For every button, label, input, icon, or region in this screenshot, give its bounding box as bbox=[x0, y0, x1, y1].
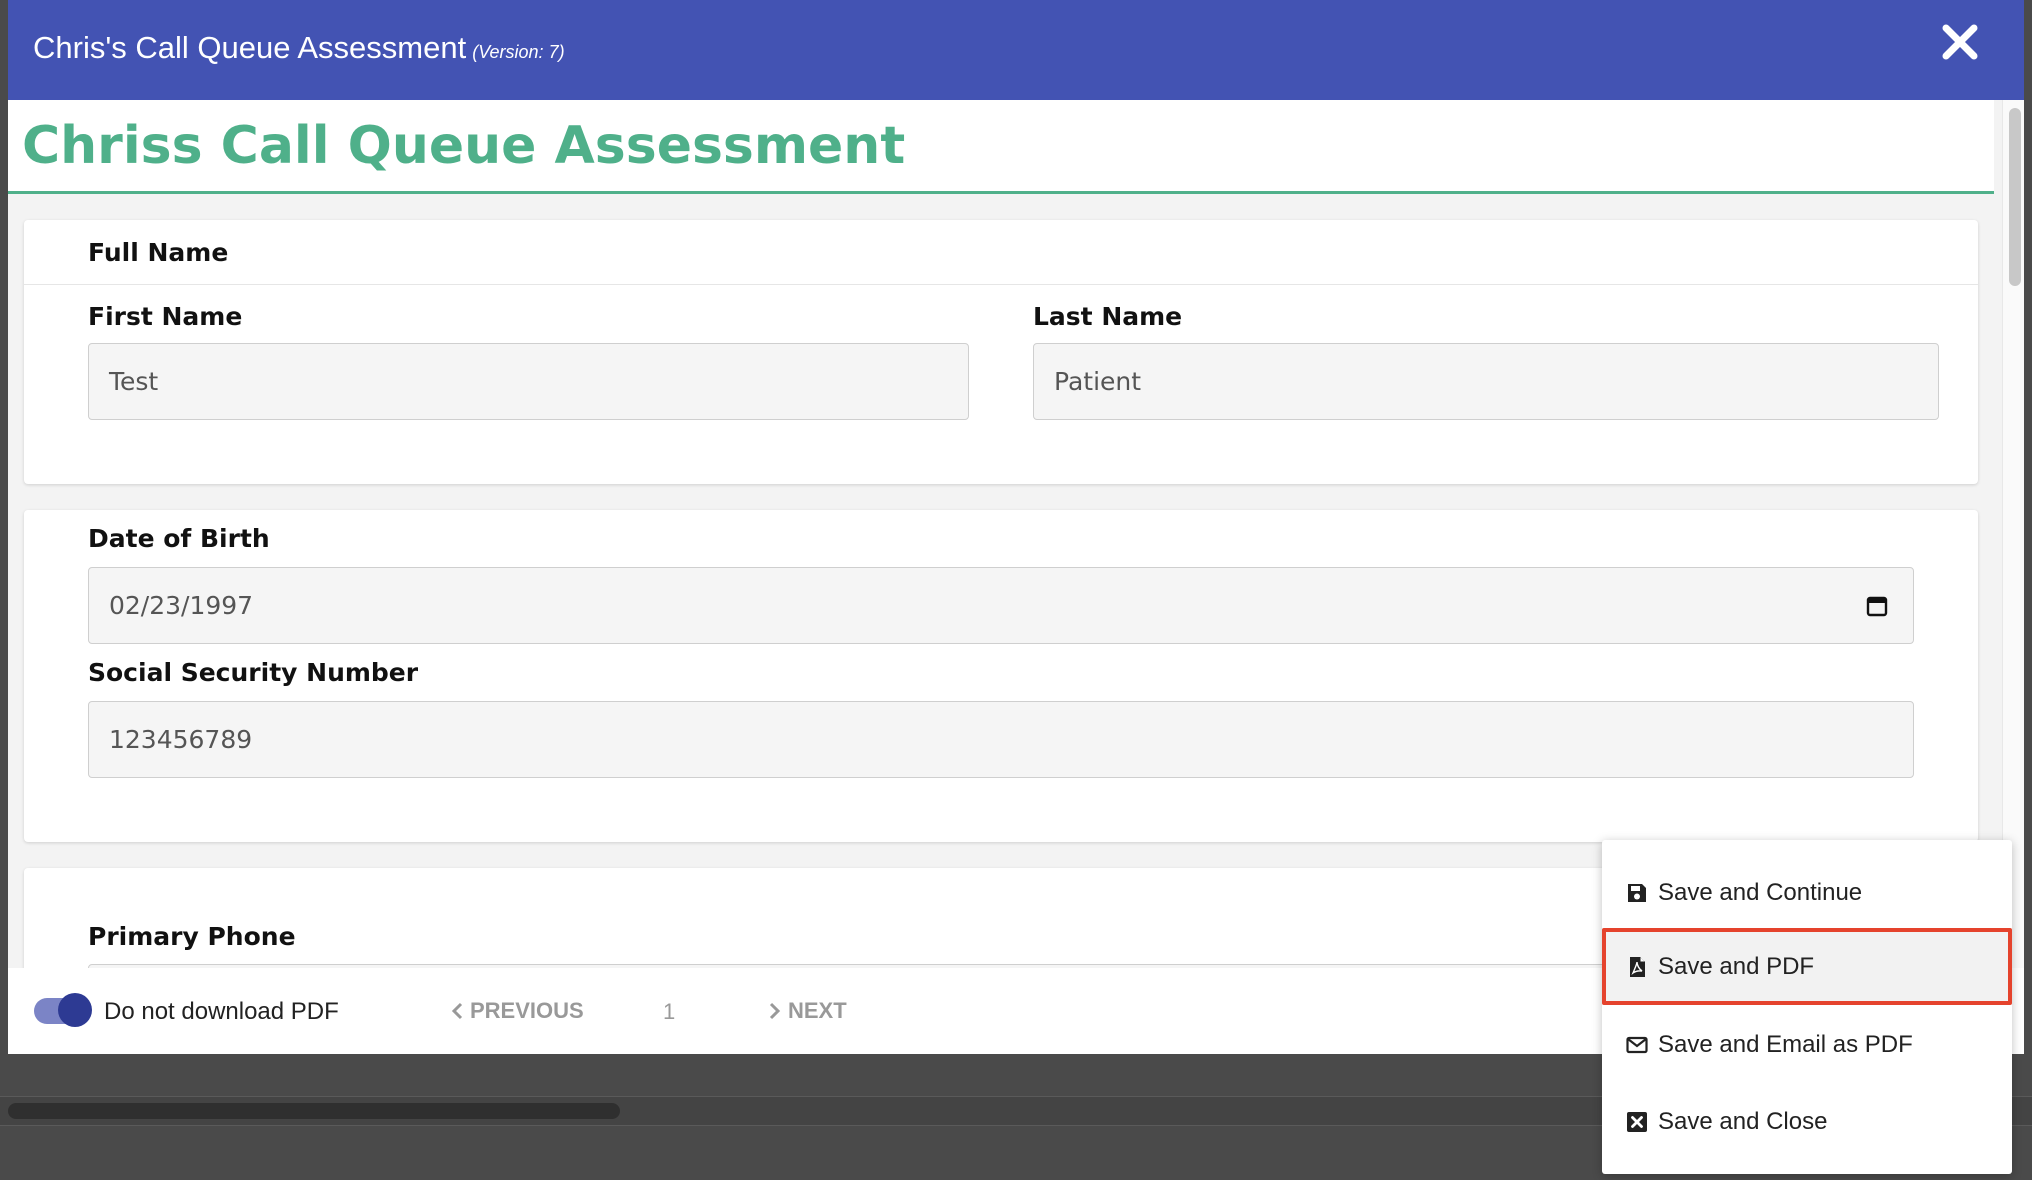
scroll-thumb[interactable] bbox=[2009, 108, 2021, 286]
form-content: Chriss Call Queue Assessment Full Name F… bbox=[8, 100, 1994, 968]
card-divider bbox=[24, 284, 1978, 285]
save-and-pdf-item[interactable]: Save and PDF bbox=[1602, 928, 2012, 1005]
save-and-continue-item[interactable]: Save and Continue bbox=[1602, 854, 2012, 931]
dob-input[interactable]: 02/23/1997 bbox=[88, 567, 1914, 644]
form-heading: Chriss Call Queue Assessment bbox=[22, 116, 906, 176]
save-options-dropdown: Save and Continue Save and PDF Save and … bbox=[1602, 840, 2012, 1174]
previous-label: PREVIOUS bbox=[470, 998, 584, 1023]
modal-header: Chris's Call Queue Assessment (Version: 7… bbox=[8, 0, 2024, 100]
pdf-toggle-label: Do not download PDF bbox=[104, 998, 339, 1025]
envelope-icon bbox=[1626, 1036, 1648, 1054]
page-number: 1 bbox=[663, 999, 676, 1024]
backdrop-horizontal-scrollbar[interactable] bbox=[8, 1103, 620, 1119]
menu-item-label: Save and Email as PDF bbox=[1658, 1031, 1913, 1058]
close-button[interactable] bbox=[1934, 16, 1986, 68]
save-and-email-pdf-item[interactable]: Save and Email as PDF bbox=[1602, 1006, 2012, 1083]
pdf-file-icon bbox=[1630, 957, 1645, 977]
chevron-right-icon bbox=[769, 1002, 781, 1020]
dob-label: Date of Birth bbox=[88, 524, 270, 553]
last-name-input[interactable]: Patient bbox=[1033, 343, 1939, 420]
ssn-label: Social Security Number bbox=[88, 658, 419, 687]
identity-card: Date of Birth 02/23/1997 Social Security… bbox=[24, 510, 1978, 842]
full-name-card: Full Name First Name Test Last Name Pati… bbox=[24, 220, 1978, 484]
form-heading-bar: Chriss Call Queue Assessment bbox=[8, 100, 1994, 194]
menu-item-label: Save and Continue bbox=[1658, 879, 1863, 906]
pdf-toggle-knob[interactable] bbox=[58, 993, 92, 1027]
close-x-icon bbox=[1942, 24, 1978, 60]
vertical-scrollbar[interactable] bbox=[2002, 100, 2024, 968]
menu-item-label: Save and PDF bbox=[1658, 953, 1815, 980]
save-and-close-item[interactable]: Save and Close bbox=[1602, 1083, 2012, 1160]
modal-title-text: Chris's Call Queue Assessment bbox=[33, 30, 467, 65]
full-name-title: Full Name bbox=[88, 238, 229, 267]
close-square-icon bbox=[1627, 1112, 1647, 1132]
primary-phone-label: Primary Phone bbox=[88, 922, 296, 951]
first-name-input[interactable]: Test bbox=[88, 343, 969, 420]
modal-version: (Version: 7) bbox=[472, 42, 565, 62]
chevron-left-icon bbox=[451, 1002, 463, 1020]
next-label: NEXT bbox=[788, 998, 847, 1023]
dob-value: 02/23/1997 bbox=[109, 591, 254, 620]
modal-title: Chris's Call Queue Assessment (Version: 7… bbox=[33, 30, 565, 66]
next-button[interactable]: NEXT bbox=[768, 998, 847, 1024]
calendar-icon[interactable] bbox=[1865, 594, 1889, 618]
first-name-label: First Name bbox=[88, 302, 243, 331]
floppy-disk-icon bbox=[1628, 884, 1646, 902]
previous-button[interactable]: PREVIOUS bbox=[450, 998, 584, 1024]
ssn-input[interactable]: 123456789 bbox=[88, 701, 1914, 778]
menu-item-label: Save and Close bbox=[1658, 1108, 1828, 1135]
last-name-label: Last Name bbox=[1033, 302, 1183, 331]
